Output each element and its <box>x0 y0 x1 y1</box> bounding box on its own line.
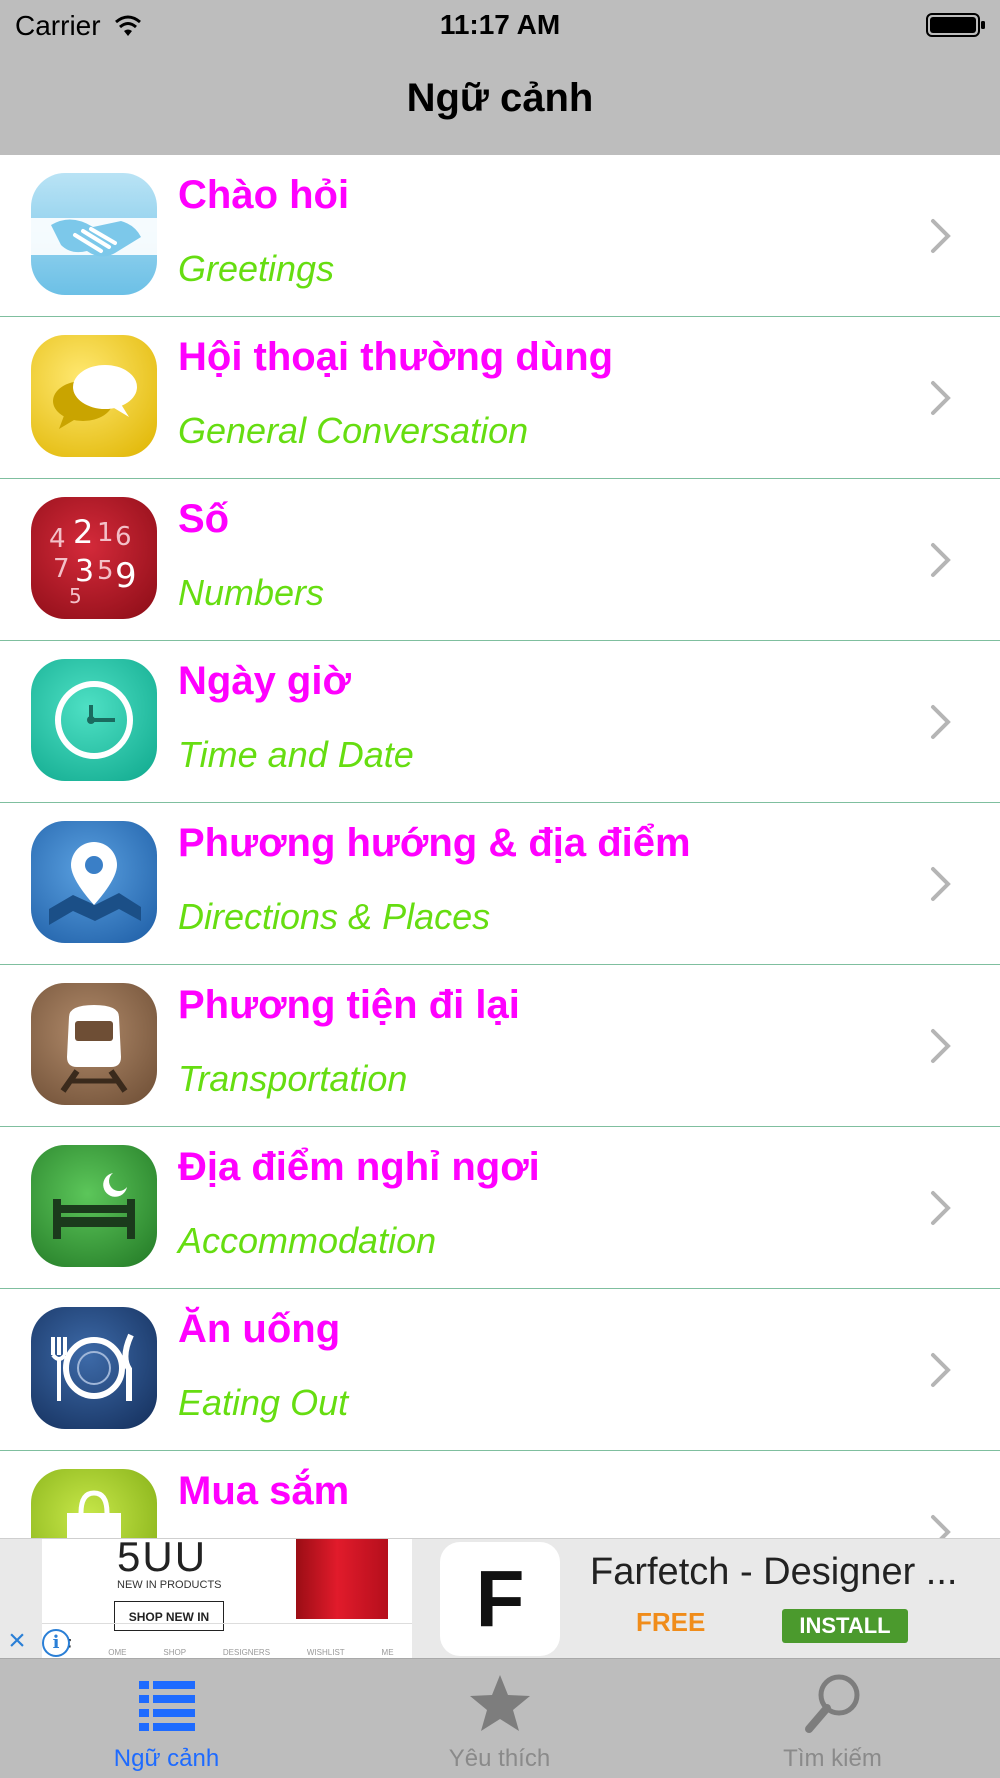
row-title: Ngày giờ <box>178 659 351 703</box>
bed-icon <box>31 1145 157 1267</box>
battery-icon <box>926 13 985 37</box>
plate-icon <box>31 1307 157 1429</box>
row-title: Phương tiện đi lại <box>178 983 520 1027</box>
svg-text:5: 5 <box>97 556 114 586</box>
row-subtitle: Greetings <box>178 248 335 289</box>
handshake-icon <box>31 173 157 295</box>
ad-banner[interactable]: 5UU NEW IN PRODUCTS SHOP NEW IN F OME SH… <box>0 1538 1000 1659</box>
tab-label: Ngữ cảnh <box>113 1745 220 1772</box>
ad-screenshot-tab: SHOP <box>163 1648 187 1657</box>
list-item-shopping[interactable]: Mua sắm <box>0 1451 1000 1539</box>
chevron-right-icon <box>931 1029 951 1063</box>
svg-text:1: 1 <box>97 518 114 548</box>
list-item-time-and-date[interactable]: Ngày giờ Time and Date <box>0 641 1000 803</box>
tab-label: Yêu thích <box>448 1745 551 1772</box>
row-title: Địa điểm nghỉ ngơi <box>178 1145 540 1189</box>
tab-favorites[interactable]: Yêu thích <box>333 1659 666 1778</box>
chevron-right-icon <box>931 381 951 415</box>
row-title: Số <box>178 497 230 541</box>
list-item-directions-and-places[interactable]: Phương hướng & địa điểm Directions & Pla… <box>0 803 1000 965</box>
tab-label: Tìm kiếm <box>783 1745 882 1772</box>
ad-screenshot-tab: WISHLIST <box>306 1648 345 1657</box>
tab-search[interactable]: Tìm kiếm <box>666 1659 999 1778</box>
category-list[interactable]: Chào hỏi Greetings Hội thoại thường dùng… <box>0 155 1000 1539</box>
row-title: Hội thoại thường dùng <box>178 335 614 379</box>
ad-info-icon[interactable]: i <box>42 1629 70 1657</box>
row-subtitle: Eating Out <box>178 1382 349 1423</box>
ad-screenshot-headline: 5UU <box>117 1539 208 1580</box>
tab-contexts[interactable]: Ngữ cảnh <box>0 1659 333 1778</box>
chevron-right-icon <box>931 543 951 577</box>
ad-title[interactable]: Farfetch - Designer ... <box>590 1551 957 1594</box>
svg-text:9: 9 <box>115 556 137 596</box>
row-subtitle: Transportation <box>178 1058 408 1099</box>
svg-text:5: 5 <box>69 584 82 608</box>
status-time: 11:17 AM <box>439 9 561 40</box>
row-title: Phương hướng & địa điểm <box>178 821 691 865</box>
map-pin-icon <box>31 821 157 943</box>
chevron-right-icon <box>931 1353 951 1387</box>
row-title: Ăn uống <box>178 1307 341 1351</box>
ad-price: FREE <box>636 1607 706 1637</box>
clock-icon <box>31 659 157 781</box>
chevron-right-icon <box>931 1191 951 1225</box>
chevron-right-icon <box>931 705 951 739</box>
svg-text:7: 7 <box>53 554 70 584</box>
ad-screenshot-caption: NEW IN PRODUCTS <box>117 1579 222 1591</box>
numbers-icon: 4216 7359 5 <box>31 497 157 619</box>
chevron-right-icon <box>931 867 951 901</box>
row-subtitle: Numbers <box>178 572 325 613</box>
ad-close-icon[interactable]: × <box>2 1626 32 1657</box>
ad-screenshot-tab: ME <box>381 1648 394 1657</box>
ad-install-button[interactable]: INSTALL <box>782 1609 908 1643</box>
shopping-bag-icon <box>31 1469 157 1539</box>
list-item-greetings[interactable]: Chào hỏi Greetings <box>0 155 1000 317</box>
row-subtitle: General Conversation <box>178 410 529 451</box>
dress-image <box>296 1539 388 1619</box>
navigation-bar: Ngữ cảnh <box>0 50 1000 155</box>
chevron-right-icon <box>931 1515 951 1539</box>
list-item-eating-out[interactable]: Ăn uống Eating Out <box>0 1289 1000 1451</box>
svg-text:4: 4 <box>49 524 66 554</box>
star-icon <box>469 1675 530 1731</box>
ad-screenshot[interactable]: 5UU NEW IN PRODUCTS SHOP NEW IN F OME SH… <box>42 1539 412 1659</box>
train-icon <box>31 983 157 1105</box>
row-subtitle: Time and Date <box>178 734 414 775</box>
row-title: Mua sắm <box>178 1469 350 1513</box>
chevron-right-icon <box>931 219 951 253</box>
list-item-general-conversation[interactable]: Hội thoại thường dùng General Conversati… <box>0 317 1000 479</box>
row-title: Chào hỏi <box>178 173 350 217</box>
list-item-accommodation[interactable]: Địa điểm nghỉ ngơi Accommodation <box>0 1127 1000 1289</box>
row-subtitle: Accommodation <box>178 1220 437 1261</box>
svg-text:2: 2 <box>73 513 93 551</box>
status-bar: Carrier 11:17 AM <box>0 0 1000 50</box>
page-title: Ngữ cảnh <box>406 76 594 120</box>
list-icon <box>138 1681 195 1731</box>
list-item-transportation[interactable]: Phương tiện đi lại Transportation <box>0 965 1000 1127</box>
magnifier-icon <box>804 1674 859 1733</box>
row-subtitle: Directions & Places <box>178 896 491 937</box>
tab-bar: Ngữ cảnh Yêu thích Tìm kiếm <box>0 1658 1000 1778</box>
list-item-numbers[interactable]: 4216 7359 5 Số Numbers <box>0 479 1000 641</box>
ad-screenshot-tab: OME <box>108 1648 127 1657</box>
speech-bubbles-icon <box>31 335 157 457</box>
svg-text:6: 6 <box>115 522 132 552</box>
ad-screenshot-tabbar: F OME SHOP DESIGNERS WISHLIST ME <box>42 1623 412 1659</box>
ad-app-logo[interactable]: F <box>440 1542 560 1656</box>
ad-screenshot-tab: DESIGNERS <box>222 1648 271 1657</box>
